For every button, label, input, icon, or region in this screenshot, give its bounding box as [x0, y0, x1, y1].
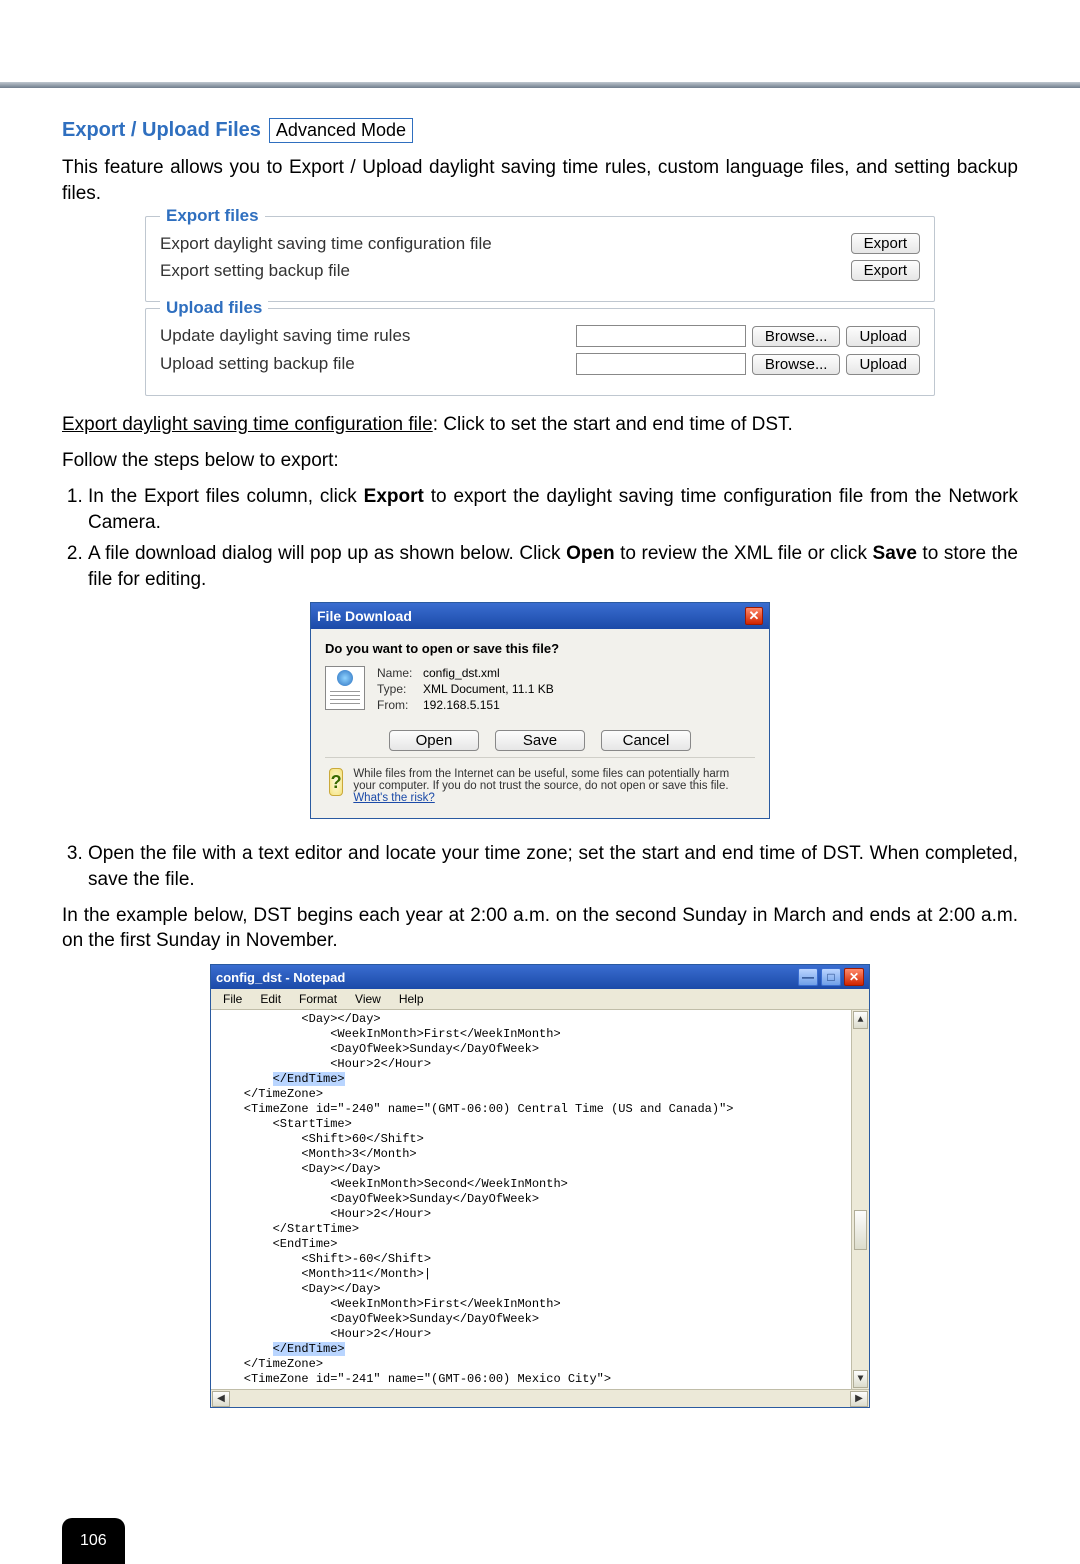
notepad-menu-edit[interactable]: Edit	[252, 991, 289, 1007]
file-download-close-button[interactable]: ✕	[745, 607, 763, 625]
export-dst-label: Export daylight saving time configuratio…	[160, 234, 492, 254]
file-download-open-button[interactable]: Open	[389, 730, 479, 751]
notepad-menu: File Edit Format View Help	[211, 989, 869, 1010]
export-step-3: Open the file with a text editor and loc…	[88, 841, 1018, 892]
export-backup-label: Export setting backup file	[160, 261, 350, 281]
upload-dst-row: Update daylight saving time rules Browse…	[160, 325, 920, 347]
notepad-menu-help[interactable]: Help	[391, 991, 432, 1007]
scroll-right-icon[interactable]: ▶	[850, 1391, 868, 1407]
upload-backup-file-input[interactable]	[576, 353, 746, 375]
file-download-warning-text: While files from the Internet can be use…	[353, 768, 751, 804]
export-dst-file-heading-label: Export daylight saving time configuratio…	[62, 414, 433, 435]
upload-backup-label: Upload setting backup file	[160, 354, 355, 374]
file-download-question: Do you want to open or save this file?	[325, 641, 755, 656]
export-step-2: A file download dialog will pop up as sh…	[88, 541, 1018, 592]
shield-question-icon: ?	[329, 768, 343, 796]
dst-example-paragraph: In the example below, DST begins each ye…	[62, 903, 1018, 954]
intro-paragraph: This feature allows you to Export / Uplo…	[62, 155, 1018, 206]
upload-dst-browse-button[interactable]: Browse...	[752, 326, 841, 347]
export-backup-button[interactable]: Export	[851, 260, 920, 281]
fd-name-key: Name:	[377, 666, 423, 680]
upload-files-panel: Upload files Update daylight saving time…	[145, 308, 935, 396]
file-download-actions: Open Save Cancel	[325, 730, 755, 751]
notepad-window-wrap: config_dst - Notepad — □ ✕ File Edit For…	[62, 964, 1018, 1408]
notepad-body: <Day></Day> <WeekInMonth>First</WeekInMo…	[211, 1010, 869, 1389]
globe-icon	[337, 670, 353, 686]
config-panels: Export files Export daylight saving time…	[145, 216, 935, 396]
upload-dst-label: Update daylight saving time rules	[160, 326, 410, 346]
notepad-menu-file[interactable]: File	[215, 991, 250, 1007]
notepad-title: config_dst - Notepad	[216, 970, 345, 985]
export-steps-list: In the Export files column, click Export…	[62, 484, 1018, 593]
export-step-1: In the Export files column, click Export…	[88, 484, 1018, 535]
file-download-dialog: File Download ✕ Do you want to open or s…	[310, 602, 770, 819]
section-title-text: Export / Upload Files	[62, 119, 261, 142]
export-dst-row: Export daylight saving time configuratio…	[160, 233, 920, 254]
export-dst-button[interactable]: Export	[851, 233, 920, 254]
upload-dst-file-input[interactable]	[576, 325, 746, 347]
file-download-body: Do you want to open or save this file? N…	[311, 629, 769, 818]
upload-files-legend: Upload files	[160, 298, 268, 318]
file-download-kv: Name: config_dst.xml Type: XML Document,…	[377, 666, 554, 712]
export-dst-file-heading: Export daylight saving time configuratio…	[62, 414, 1018, 436]
export-files-panel: Export files Export daylight saving time…	[145, 216, 935, 302]
export-dst-file-heading-tail: : Click to set the start and end time of…	[433, 414, 793, 435]
upload-backup-browse-button[interactable]: Browse...	[752, 354, 841, 375]
upload-backup-row: Upload setting backup file Browse... Upl…	[160, 353, 920, 375]
export-backup-row: Export setting backup file Export	[160, 260, 920, 281]
file-download-title: File Download	[317, 608, 412, 624]
upload-backup-upload-button[interactable]: Upload	[846, 354, 920, 375]
notepad-menu-view[interactable]: View	[347, 991, 389, 1007]
follow-steps-intro: Follow the steps below to export:	[62, 448, 1018, 474]
notepad-window: config_dst - Notepad — □ ✕ File Edit For…	[210, 964, 870, 1408]
fd-type-key: Type:	[377, 682, 423, 696]
file-download-warning: ? While files from the Internet can be u…	[325, 757, 755, 806]
notepad-menu-format[interactable]: Format	[291, 991, 345, 1007]
file-download-titlebar: File Download ✕	[311, 603, 769, 629]
file-download-info: Name: config_dst.xml Type: XML Document,…	[325, 666, 755, 712]
fd-type-val: XML Document, 11.1 KB	[423, 682, 554, 696]
xml-file-icon	[325, 666, 365, 710]
notepad-titlebar: config_dst - Notepad — □ ✕	[211, 965, 869, 989]
page-number-tab: 106	[62, 1518, 125, 1564]
notepad-maximize-button[interactable]: □	[821, 968, 841, 986]
file-download-cancel-button[interactable]: Cancel	[601, 730, 691, 751]
scroll-left-icon[interactable]: ◀	[212, 1391, 230, 1407]
whats-the-risk-link[interactable]: What's the risk?	[353, 792, 434, 804]
export-files-legend: Export files	[160, 206, 265, 226]
file-lines-icon	[330, 691, 360, 705]
export-steps-list-cont: Open the file with a text editor and loc…	[62, 841, 1018, 892]
advanced-mode-badge: Advanced Mode	[269, 118, 413, 143]
scroll-thumb[interactable]	[854, 1210, 867, 1250]
file-download-save-button[interactable]: Save	[495, 730, 585, 751]
notepad-minimize-button[interactable]: —	[798, 968, 818, 986]
page-footer: 106	[0, 1518, 1080, 1564]
scroll-down-icon[interactable]: ▼	[853, 1370, 868, 1388]
fd-name-val: config_dst.xml	[423, 666, 554, 680]
notepad-text-area[interactable]: <Day></Day> <WeekInMonth>First</WeekInMo…	[211, 1010, 851, 1389]
page-content: Export / Upload Files Advanced Mode This…	[0, 88, 1080, 1468]
file-download-dialog-wrap: File Download ✕ Do you want to open or s…	[62, 602, 1018, 819]
section-heading: Export / Upload Files Advanced Mode	[62, 118, 413, 143]
notepad-vertical-scrollbar[interactable]: ▲ ▼	[851, 1010, 869, 1389]
notepad-horizontal-scrollbar[interactable]: ◀ ▶	[211, 1389, 869, 1407]
fd-from-key: From:	[377, 698, 423, 712]
notepad-close-button[interactable]: ✕	[844, 968, 864, 986]
fd-from-val: 192.168.5.151	[423, 698, 554, 712]
scroll-up-icon[interactable]: ▲	[853, 1011, 868, 1029]
upload-dst-upload-button[interactable]: Upload	[846, 326, 920, 347]
